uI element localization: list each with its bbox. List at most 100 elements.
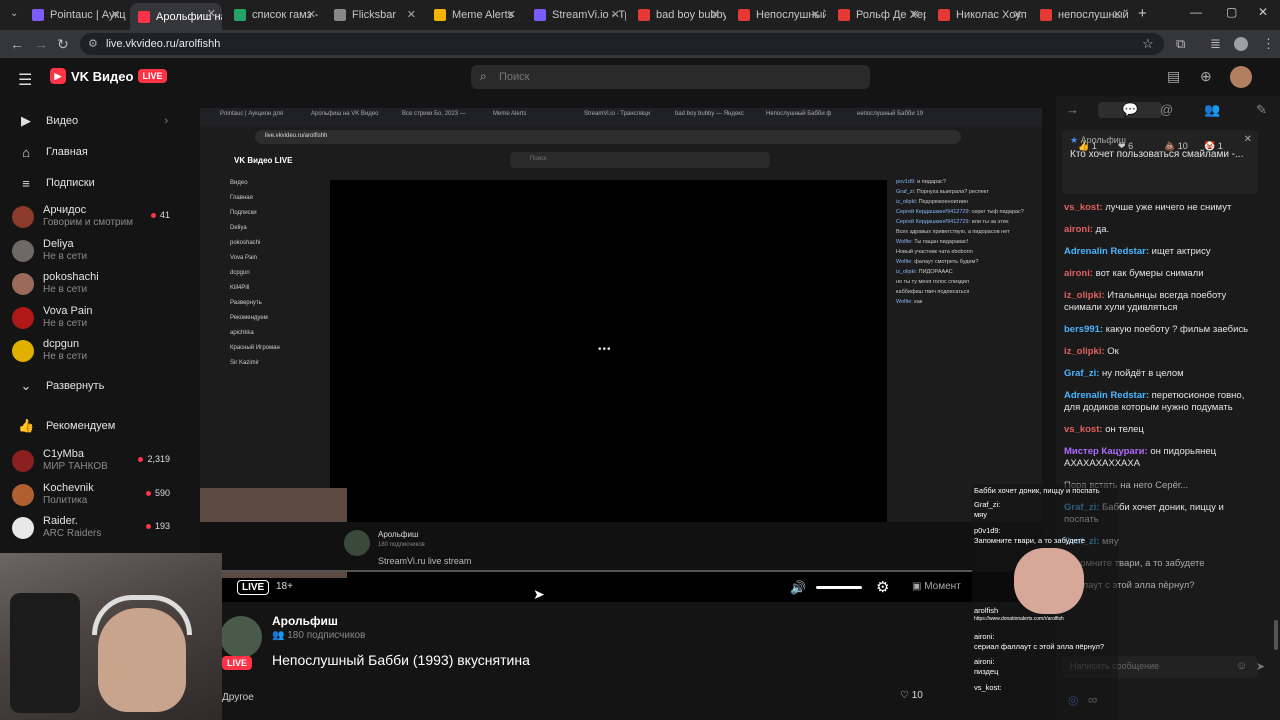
chat-text: да. — [1095, 224, 1110, 235]
pinned-close-icon[interactable]: ✕ — [1244, 134, 1252, 145]
volume-icon[interactable]: 🔊 — [790, 580, 806, 596]
chat-username[interactable]: aironi: — [1064, 268, 1093, 279]
site-info-icon[interactable]: ⚙ — [88, 37, 98, 50]
sidebar-channel[interactable]: Арчидос Говорим и смотрим 41 — [12, 204, 182, 236]
tab-close-icon[interactable]: ✕ — [507, 8, 516, 21]
user-avatar[interactable] — [1230, 66, 1252, 88]
sidebar-channel[interactable]: C1yMba МИР ТАНКОВ 2,319 — [12, 448, 182, 480]
back-icon[interactable]: ← — [10, 36, 24, 52]
channel-name[interactable]: Арольфиш — [272, 614, 338, 628]
age-rating: 18+ — [276, 581, 293, 592]
chat-scrollbar[interactable] — [1274, 620, 1278, 650]
sidebar-recommend[interactable]: 👍 Рекомендуем — [0, 411, 186, 441]
chat-username[interactable]: vs_kost: — [1064, 424, 1103, 435]
close-window-button[interactable]: ✕ — [1258, 5, 1268, 19]
like-button[interactable]: ♡ 10 — [900, 690, 923, 701]
studio-icon[interactable]: ▤ — [1167, 68, 1180, 85]
chat-username[interactable]: Adrenalin Redstar: — [1064, 390, 1149, 401]
forward-icon[interactable]: → — [34, 36, 48, 52]
volume-slider[interactable] — [816, 586, 862, 589]
chat-username[interactable]: aironi: — [1064, 224, 1093, 235]
sidebar-channel[interactable]: Raider. ARC Raiders 193 — [12, 515, 182, 547]
sidebar-nav-item[interactable]: ▶ Видео › — [0, 106, 186, 136]
sidebar-channel[interactable]: Kochevnik Политика 590 — [12, 482, 182, 514]
browser-tab[interactable]: bad boy bubby ✕ — [630, 4, 726, 26]
viewers-tab-icon[interactable]: 👥 — [1204, 102, 1220, 118]
minimize-button[interactable]: — — [1190, 5, 1202, 19]
sidebar-channel[interactable]: Deliya Не в сети — [12, 238, 182, 270]
chat-username[interactable]: Adrenalin Redstar: — [1064, 246, 1149, 257]
moment-button[interactable]: ▣ Момент — [912, 581, 961, 592]
browser-tab[interactable]: Арольфиш на ✕ — [130, 3, 222, 30]
browser-tab[interactable]: StreamVi.io - Тр ✕ — [526, 4, 626, 26]
browser-tab[interactable]: Николас Хоуп ✕ — [930, 4, 1028, 26]
search-input[interactable]: ⌕ Поиск — [471, 65, 870, 89]
reaction-chip[interactable]: ❤ 6 — [1118, 141, 1133, 152]
stream-chat-message: pov1d9: и пидарас? — [896, 179, 1034, 186]
sidebar-channel[interactable]: Vova Pain Не в сети — [12, 305, 182, 337]
tab-close-icon[interactable]: ✕ — [307, 8, 316, 21]
tab-close-icon[interactable]: ✕ — [1113, 8, 1122, 21]
chat-settings-icon[interactable]: ✎ — [1256, 102, 1267, 118]
url-field[interactable]: ⚙ live.vkvideo.ru/arolfishh — [80, 33, 1164, 55]
stream-sidebar-item: Развернуть — [230, 300, 262, 306]
bookmark-star-icon[interactable]: ☆ — [1142, 36, 1154, 52]
chat-username[interactable]: iz_olipki: — [1064, 290, 1105, 301]
browser-tab[interactable]: список гамз - ✕ — [226, 4, 322, 26]
sidebar-channel[interactable]: pokoshachi Не в сети — [12, 271, 182, 303]
browser-tab[interactable]: Meme Alerts ✕ — [426, 4, 522, 26]
reaction-chip[interactable]: 🤡 1 — [1204, 141, 1223, 152]
stream-chat-user: Wolfie: — [896, 259, 913, 265]
reaction-chip[interactable]: 👍 1 — [1078, 141, 1097, 152]
chat-username[interactable]: iz_olipki: — [1064, 346, 1105, 357]
chat-username[interactable]: vs_kost: — [1064, 202, 1103, 213]
tab-close-icon[interactable]: ✕ — [811, 8, 820, 21]
sidebar-nav-item[interactable]: ⌂ Главная — [0, 137, 186, 167]
tab-close-icon[interactable]: ✕ — [911, 8, 920, 21]
live-button[interactable]: LIVE — [237, 580, 270, 595]
chat-message: Adrenalin Redstar: ищет актрису — [1064, 246, 1260, 258]
tab-close-icon[interactable]: ✕ — [1013, 8, 1022, 21]
sidebar-channel[interactable]: dcpgun Не в сети — [12, 338, 182, 370]
browser-tab[interactable]: Рольф Де Хер ✕ — [830, 4, 926, 26]
browser-tab[interactable]: Pointauc | Аукцион✕ — [24, 4, 126, 26]
pinned-message[interactable]: ★ Арольфиш ✕ Кто хочет пользоваться смай… — [1062, 130, 1258, 194]
tab-close-icon[interactable]: ✕ — [711, 8, 720, 21]
emoji-icon[interactable]: ☺ — [1236, 660, 1247, 672]
sidebar-nav-item[interactable]: ≡ Подписки — [0, 168, 186, 198]
browser-tab[interactable]: Flicksbar ✕ — [326, 4, 422, 26]
reaction-chip[interactable]: 💩 10 — [1164, 141, 1188, 152]
profile-icon[interactable] — [1234, 37, 1248, 51]
collapse-chat-icon[interactable]: → — [1066, 102, 1079, 117]
chat-tab-icon[interactable]: 💬 — [1098, 102, 1163, 118]
tab-close-icon[interactable]: ✕ — [611, 8, 620, 21]
browser-tab[interactable]: непослушный ✕ — [1032, 4, 1128, 26]
chat-username[interactable]: bers991: — [1064, 324, 1103, 335]
mentions-tab-icon[interactable]: @ — [1160, 102, 1173, 117]
maximize-button[interactable]: ▢ — [1226, 5, 1237, 19]
vk-video-logo[interactable]: ▶ VK Видео LIVE — [50, 68, 167, 84]
new-tab-button[interactable]: + — [1138, 5, 1147, 22]
other-tag[interactable]: Другое — [222, 692, 254, 703]
media-controls-icon[interactable]: ≣ — [1210, 36, 1221, 52]
channel-status: Политика — [43, 494, 88, 506]
tab-close-icon[interactable]: ✕ — [111, 8, 120, 21]
sidebar-expand[interactable]: ⌄ Развернуть — [0, 371, 186, 401]
channel-avatar[interactable] — [220, 616, 262, 658]
video-player[interactable]: Pointauc | Аукцион для Арольфиш на VK Вид… — [200, 108, 1042, 602]
menu-icon[interactable]: ☰ — [18, 70, 32, 90]
settings-gear-icon[interactable]: ⚙ — [876, 578, 889, 596]
chat-username[interactable]: Мистер Кацураги: — [1064, 446, 1148, 457]
stream-url: live.vkvideo.ru/arolfishh — [255, 130, 961, 144]
browser-menu-icon[interactable]: ⋮ — [1262, 36, 1275, 52]
reload-icon[interactable]: ↻ — [57, 36, 69, 53]
browser-tab[interactable]: Непослушный ✕ — [730, 4, 826, 26]
tab-close-icon[interactable]: ✕ — [407, 8, 416, 21]
send-icon[interactable]: ➤ — [1256, 660, 1265, 673]
tab-close-icon[interactable]: ✕ — [207, 7, 216, 20]
chat-username[interactable]: Graf_zi: — [1064, 368, 1099, 379]
add-icon[interactable]: ⊕ — [1200, 68, 1212, 85]
people-icon: 👥 — [272, 630, 288, 641]
extensions-icon[interactable]: ⧉ — [1176, 36, 1185, 52]
tab-search-icon[interactable]: ⌄ — [10, 8, 18, 19]
